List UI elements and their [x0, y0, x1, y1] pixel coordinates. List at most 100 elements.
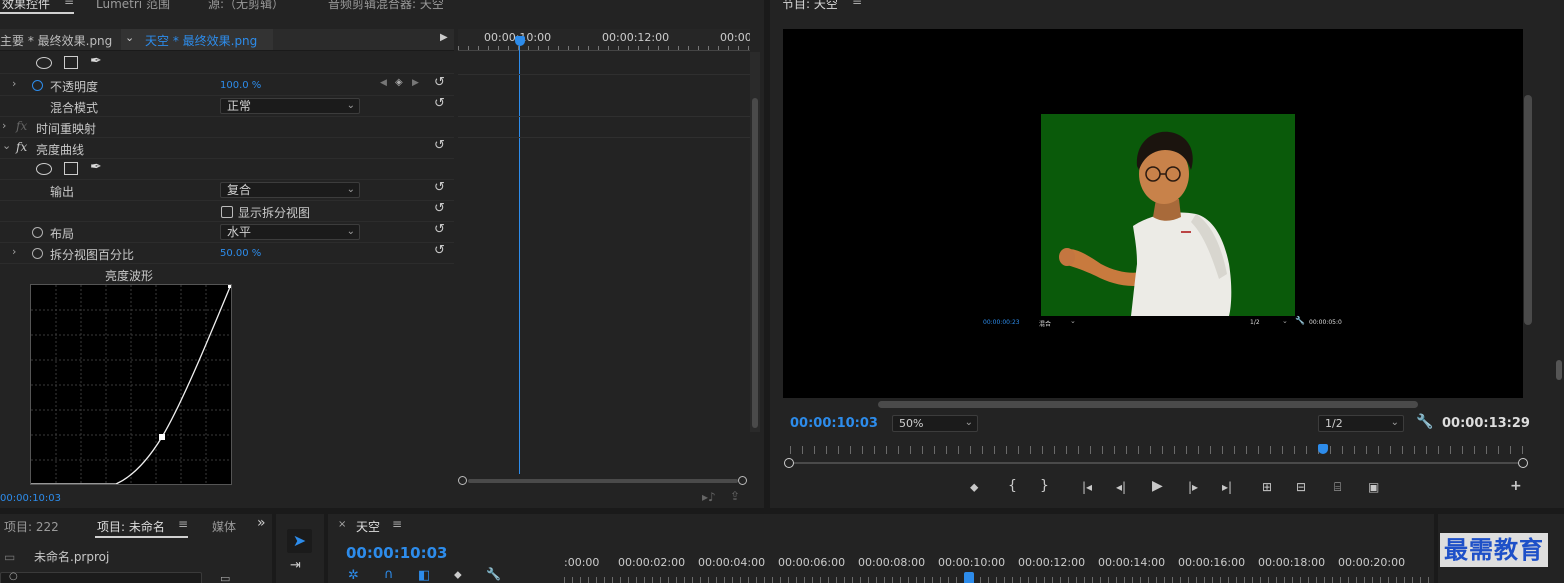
playhead-marker[interactable] — [515, 36, 525, 46]
ec-current-time[interactable]: 00:00:10:03 — [0, 493, 61, 504]
button-editor-icon[interactable]: + — [1510, 478, 1522, 494]
tab-effect-controls[interactable]: 效果控件 — [2, 0, 50, 12]
stopwatch-icon[interactable] — [32, 248, 43, 259]
expand-chevron-icon[interactable]: › — [2, 119, 6, 132]
program-current-time[interactable]: 00:00:10:03 — [790, 416, 878, 431]
settings-wrench-icon[interactable]: 🔧 — [1416, 414, 1433, 430]
ec-vertical-scrollbar[interactable] — [750, 52, 760, 432]
close-icon[interactable]: × — [338, 519, 346, 530]
tab-menu-icon[interactable]: ≡ — [178, 517, 188, 531]
wrench-icon[interactable]: 🔧 — [486, 567, 501, 581]
prev-keyframe-icon[interactable]: ◀ — [380, 78, 387, 88]
tab-lumetri-scopes[interactable]: Lumetri 范围 — [96, 0, 170, 12]
comparison-view-icon[interactable]: ▣ — [1368, 480, 1379, 494]
selection-tool-icon[interactable]: ➤ — [287, 529, 312, 553]
blend-mode-select[interactable]: 正常 ⌄ — [220, 98, 360, 114]
play-icon[interactable]: ▶ — [1152, 478, 1163, 494]
tab-project-untitled[interactable]: 项目: 未命名 — [97, 518, 165, 535]
mark-out-icon[interactable]: } — [1040, 478, 1049, 494]
tab-menu-icon[interactable]: ≡ — [852, 0, 862, 8]
extract-icon[interactable]: ⊟ — [1296, 480, 1306, 494]
scrollbar-thumb[interactable] — [752, 98, 758, 428]
add-marker-icon[interactable]: ⬥ — [970, 480, 978, 495]
reset-icon[interactable]: ↺ — [434, 180, 445, 195]
scrubber-handle-left[interactable] — [784, 458, 794, 468]
search-icon: ○ — [9, 571, 18, 582]
new-bin-icon[interactable]: ▭ — [220, 572, 230, 583]
timeline-title[interactable]: 天空 — [356, 518, 380, 535]
reset-icon[interactable]: ↺ — [434, 96, 445, 111]
next-keyframe-icon[interactable]: ▶ — [412, 78, 419, 88]
go-to-out-icon[interactable]: ▸| — [1222, 480, 1232, 494]
zoom-select[interactable]: 50% ⌄ — [892, 415, 978, 432]
tab-source[interactable]: 源:（无剪辑） — [208, 0, 284, 12]
rectangle-mask-icon[interactable] — [64, 162, 78, 175]
active-clip-selector[interactable]: ⌄ 天空 * 最终效果.png — [121, 29, 273, 50]
opacity-value[interactable]: 100.0 % — [220, 80, 261, 91]
fx-icon[interactable]: fx — [16, 140, 27, 154]
program-video-canvas[interactable]: 00:00:00:23 混合 ⌄ 1/2 ⌄ 🔧 00:00:05:0 — [783, 29, 1523, 398]
program-scrubber[interactable] — [784, 440, 1530, 470]
zoom-handle-left[interactable] — [458, 476, 467, 485]
zoom-handle-right[interactable] — [738, 476, 747, 485]
inner-timecode: 00:00:00:23 — [983, 319, 1020, 326]
right-edge-scroll[interactable] — [1556, 360, 1562, 380]
tab-menu-icon[interactable]: ≡ — [64, 0, 74, 8]
scrubber-playhead[interactable] — [1318, 444, 1328, 454]
reset-icon[interactable]: ↺ — [434, 243, 445, 258]
export-frame-icon[interactable]: ⌸ — [1334, 480, 1341, 495]
lift-icon[interactable]: ⊞ — [1262, 480, 1272, 494]
output-select[interactable]: 复合 ⌄ — [220, 182, 360, 198]
ec-zoom-bar[interactable] — [458, 476, 748, 486]
step-forward-icon[interactable]: |▸ — [1188, 480, 1198, 494]
luma-curve-graph[interactable] — [30, 284, 232, 485]
play-clip-icon[interactable]: ▶ — [440, 32, 448, 43]
filter-audio-icon[interactable]: ▸♪ — [702, 490, 716, 504]
ellipse-mask-icon[interactable] — [36, 163, 52, 175]
scrubber-handle-right[interactable] — [1518, 458, 1528, 468]
timeline-ruler[interactable]: :00:00 00:00:02:00 00:00:04:00 00:00:06:… — [564, 554, 1434, 583]
blend-mode-label: 混合模式 — [50, 101, 99, 115]
snap-icon[interactable]: ✲ — [348, 568, 359, 583]
track-select-tool-icon[interactable]: ⇥ — [290, 558, 301, 573]
tab-audio-clip-mixer[interactable]: 音频剪辑混合器: 天空 — [328, 0, 444, 12]
ellipse-mask-icon[interactable] — [36, 57, 52, 69]
project-file-name[interactable]: 未命名.prproj — [34, 548, 109, 565]
tab-menu-icon[interactable]: ≡ — [392, 517, 402, 531]
marker-icon[interactable]: ⬥ — [454, 568, 462, 582]
linked-selection-icon[interactable]: ∩ — [384, 567, 394, 582]
program-monitor-title[interactable]: 节目: 天空 — [782, 0, 838, 12]
timeline-playhead[interactable] — [964, 572, 974, 583]
stopwatch-icon[interactable] — [32, 227, 43, 238]
export-icon[interactable]: ⇪ — [730, 489, 740, 503]
expand-chevron-icon[interactable]: › — [12, 245, 16, 258]
split-view-checkbox[interactable] — [221, 206, 233, 218]
go-to-in-icon[interactable]: |◂ — [1082, 480, 1092, 494]
ec-timeline-ruler[interactable]: 00:00:10:00 00:00:12:00 00:00:00 — [458, 29, 750, 51]
reset-icon[interactable]: ↺ — [434, 222, 445, 237]
program-horizontal-scrollbar[interactable] — [878, 401, 1418, 408]
step-back-icon[interactable]: ◂| — [1116, 480, 1126, 494]
resolution-select[interactable]: 1/2 ⌄ — [1318, 415, 1404, 432]
project-search-input[interactable]: ○ — [0, 571, 202, 583]
reset-icon[interactable]: ↺ — [434, 138, 445, 153]
add-keyframe-icon[interactable]: ◈ — [395, 77, 403, 88]
master-clip-label[interactable]: 主要 * 最终效果.png — [0, 32, 112, 49]
mark-in-icon[interactable]: { — [1008, 478, 1017, 494]
tab-project-222[interactable]: 项目: 222 — [4, 518, 59, 535]
program-vertical-scrollbar[interactable] — [1524, 95, 1532, 325]
timeline-current-time[interactable]: 00:00:10:03 — [346, 544, 448, 562]
reset-icon[interactable]: ↺ — [434, 201, 445, 216]
stopwatch-icon[interactable] — [32, 80, 43, 91]
reset-icon[interactable]: ↺ — [434, 75, 445, 90]
expand-chevron-icon[interactable]: › — [12, 77, 16, 90]
pen-mask-icon[interactable]: ✒ — [90, 53, 102, 69]
split-percent-value[interactable]: 50.00 % — [220, 248, 261, 259]
rectangle-mask-icon[interactable] — [64, 56, 78, 69]
layout-select[interactable]: 水平 ⌄ — [220, 224, 360, 240]
tab-media-browser[interactable]: 媒体 — [212, 518, 236, 535]
more-tabs-icon[interactable]: » — [257, 515, 266, 531]
collapse-chevron-icon[interactable]: ⌄ — [2, 139, 11, 152]
pen-mask-icon[interactable]: ✒ — [90, 159, 102, 175]
add-marker-icon[interactable]: ◧ — [418, 568, 430, 583]
